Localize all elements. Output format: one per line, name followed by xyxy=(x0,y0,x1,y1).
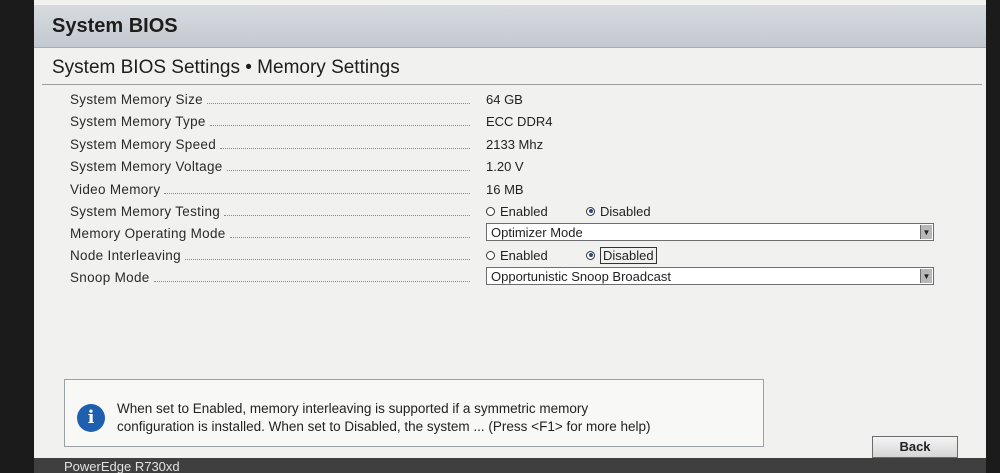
info-icon: i xyxy=(77,404,105,432)
help-line: When set to Enabled, memory interleaving… xyxy=(117,401,589,416)
setting-label: System Memory Testing xyxy=(70,204,221,219)
radio-enabled[interactable]: Enabled xyxy=(486,202,548,220)
leader-dots xyxy=(224,214,470,216)
radio-disabled[interactable]: Disabled xyxy=(586,202,651,220)
model-label: PowerEdge R730xd xyxy=(64,459,180,473)
title-bar: System BIOS xyxy=(34,5,986,48)
chevron-down-icon[interactable]: ▼ xyxy=(920,225,932,239)
dropdown-value: Opportunistic Snoop Broadcast xyxy=(491,269,671,284)
window-title: System BIOS xyxy=(52,15,178,37)
setting-label: Snoop Mode xyxy=(70,270,150,285)
setting-label: Node Interleaving xyxy=(70,248,181,263)
operating-mode-dropdown[interactable]: Optimizer Mode ▼ xyxy=(486,223,934,241)
setting-label: Memory Operating Mode xyxy=(70,226,226,241)
leader-dots xyxy=(229,236,470,238)
footer-bar: PowerEdge R730xd xyxy=(34,458,986,473)
radio-disabled[interactable]: Disabled xyxy=(586,246,657,264)
setting-system-memory-testing: System Memory Testing Enabled Disabled xyxy=(34,200,986,222)
setting-system-memory-voltage: System Memory Voltage 1.20 V xyxy=(34,155,986,177)
setting-memory-operating-mode: Memory Operating Mode Optimizer Mode ▼ xyxy=(34,222,986,244)
snoop-mode-dropdown[interactable]: Opportunistic Snoop Broadcast ▼ xyxy=(486,267,934,285)
bios-screen: System BIOS System BIOS Settings • Memor… xyxy=(34,0,986,473)
radio-enabled[interactable]: Enabled xyxy=(486,246,548,264)
back-button[interactable]: Back xyxy=(872,436,958,458)
leader-dots xyxy=(220,147,470,149)
leader-dots xyxy=(164,192,470,194)
radio-off-icon xyxy=(486,250,495,260)
setting-value: 16 MB xyxy=(486,182,524,197)
help-line: configuration is installed. When set to … xyxy=(117,419,651,434)
setting-value: ECC DDR4 xyxy=(486,114,553,129)
setting-video-memory: Video Memory 16 MB xyxy=(34,178,986,200)
radio-off-icon xyxy=(486,206,495,216)
radio-label: Enabled xyxy=(500,203,548,219)
setting-snoop-mode: Snoop Mode Opportunistic Snoop Broadcast… xyxy=(34,266,986,288)
setting-value: 64 GB xyxy=(486,92,523,107)
setting-label: System Memory Type xyxy=(70,114,206,129)
chevron-down-icon[interactable]: ▼ xyxy=(920,269,932,283)
setting-system-memory-speed: System Memory Speed 2133 Mhz xyxy=(34,133,986,155)
help-text: When set to Enabled, memory interleaving… xyxy=(117,400,757,436)
help-panel: i When set to Enabled, memory interleavi… xyxy=(64,379,764,447)
setting-node-interleaving: Node Interleaving Enabled Disabled xyxy=(34,244,986,266)
setting-label: System Memory Size xyxy=(70,92,203,107)
leader-dots xyxy=(184,258,470,260)
setting-label: Video Memory xyxy=(70,182,161,197)
setting-system-memory-type: System Memory Type ECC DDR4 xyxy=(34,110,986,132)
leader-dots xyxy=(209,124,470,126)
radio-on-icon xyxy=(586,206,595,216)
leader-dots xyxy=(226,169,470,171)
dropdown-value: Optimizer Mode xyxy=(491,225,583,240)
leader-dots xyxy=(153,280,470,282)
page-subtitle: System BIOS Settings • Memory Settings xyxy=(52,57,400,78)
setting-system-memory-size: System Memory Size 64 GB xyxy=(34,88,986,110)
radio-on-icon xyxy=(586,250,595,260)
setting-value: 1.20 V xyxy=(486,159,524,174)
setting-value: 2133 Mhz xyxy=(486,137,544,152)
radio-label: Enabled xyxy=(500,247,548,263)
radio-label: Disabled xyxy=(600,246,657,264)
setting-label: System Memory Speed xyxy=(70,137,216,152)
radio-label: Disabled xyxy=(600,203,651,219)
divider xyxy=(42,84,982,85)
setting-label: System Memory Voltage xyxy=(70,159,223,174)
leader-dots xyxy=(206,102,470,104)
